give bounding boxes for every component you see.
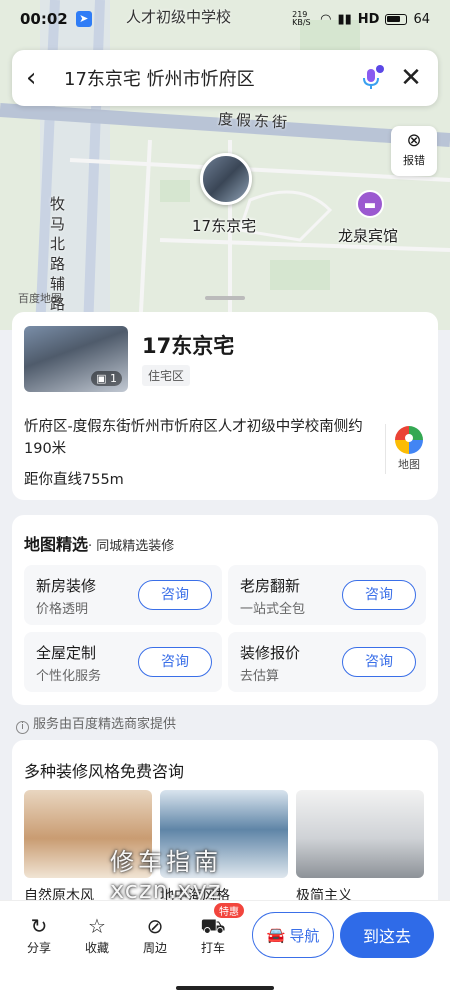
map-brand-logo: 百度地图 <box>18 292 62 305</box>
hotel-poi-icon[interactable]: ▬ <box>356 190 384 218</box>
status-right: 219 KB/S ◠ ▮▮ HD 64 <box>292 11 430 27</box>
go-here-button[interactable]: 到这去 <box>340 912 434 958</box>
side-road-char: 马 <box>50 215 66 233</box>
open-map-label: 地图 <box>398 458 420 471</box>
go-here-label: 到这去 <box>362 927 411 946</box>
service-subtitle: 去估算 <box>240 669 280 684</box>
search-query[interactable]: 17东京宅 忻州市忻府区 <box>64 65 356 91</box>
map-pin-icon <box>395 426 423 454</box>
place-name: 17东京宅 <box>142 334 235 358</box>
network-speed: 219 KB/S <box>292 10 311 27</box>
service-item-renovation[interactable]: 老房翻新 一站式全包 咨询 <box>228 565 426 625</box>
selection-title: 地图精选 <box>24 535 89 554</box>
side-road-char: 牧 <box>50 195 66 213</box>
consult-button[interactable]: 咨询 <box>342 580 416 610</box>
place-category-tag: 住宅区 <box>142 365 191 386</box>
report-label: 报错 <box>403 154 425 167</box>
selection-card: 地图精选· 同城精选装修 新房装修 价格透明 咨询 老房翻新 一站式全包 咨询 … <box>12 515 438 705</box>
sheet-drag-handle[interactable] <box>205 296 245 300</box>
compass-icon: ⊘ <box>146 914 164 938</box>
service-item-quote[interactable]: 装修报价 去估算 咨询 <box>228 632 426 692</box>
back-arrow-icon[interactable]: ‹ <box>26 63 56 93</box>
provider-note-text: 服务由百度精选商家提供 <box>33 717 177 732</box>
navigate-button[interactable]: 🚘 导航 <box>252 912 334 958</box>
consult-button[interactable]: 咨询 <box>342 647 416 677</box>
photo-count-badge: ▣ 1 <box>91 371 122 386</box>
place-pin-photo[interactable] <box>200 153 252 205</box>
service-subtitle: 一站式全包 <box>240 602 306 617</box>
service-title: 老房翻新 <box>240 577 301 595</box>
service-title: 全屋定制 <box>36 644 97 662</box>
map-label-road: 度假东街 <box>217 110 291 132</box>
navigate-label: 导航 <box>289 926 320 945</box>
location-arrow-icon: ➤ <box>75 11 92 27</box>
place-pin-label[interactable]: 17东京宅 <box>192 215 256 236</box>
collect-button[interactable]: ☆ 收藏 <box>74 913 120 956</box>
signal-icon: ▮▮ <box>337 11 352 27</box>
status-time: 00:02 <box>20 10 68 28</box>
divider <box>385 424 386 474</box>
provider-note: i 服务由百度精选商家提供 <box>16 713 176 734</box>
taxi-button[interactable]: ⛟ 打车 <box>190 913 236 956</box>
place-distance: 距你直线755m <box>24 472 124 488</box>
nearby-button[interactable]: ⊘ 周边 <box>132 913 178 956</box>
battery-icon <box>385 13 408 25</box>
place-info-card: ▣ 1 17东京宅 住宅区 忻府区-度假东街忻州市忻府区人才初级中学校南侧约19… <box>12 312 438 500</box>
share-icon: ↻ <box>30 914 48 938</box>
report-error-button[interactable]: ⊗ 报错 <box>391 126 437 176</box>
report-pin-icon: ⊗ <box>406 130 422 151</box>
place-address: 忻府区-度假东街忻州市忻府区人才初级中学校南侧约190米 <box>24 419 363 457</box>
service-item-custom[interactable]: 全屋定制 个性化服务 咨询 <box>24 632 222 692</box>
poi-label-hotel[interactable]: 龙泉宾馆 <box>338 225 398 246</box>
taxi-discount-badge: 特惠 <box>214 903 244 918</box>
styles-card: 多种装修风格免费咨询 自然原木风 地中海风格 极简主义 <box>12 740 438 920</box>
watermark-line1: 修车指南 <box>110 848 222 876</box>
home-indicator[interactable] <box>176 986 274 990</box>
selection-header: 地图精选· 同城精选装修 <box>24 531 174 555</box>
search-bar[interactable]: ‹ 17东京宅 忻州市忻府区 ✕ <box>12 50 438 106</box>
status-bar: 00:02 ➤ 219 KB/S ◠ ▮▮ HD 64 <box>0 0 450 38</box>
selection-subtitle: · 同城精选装修 <box>88 539 175 554</box>
voice-mic-icon[interactable] <box>356 63 386 93</box>
open-map-button[interactable]: 地图 <box>392 426 426 472</box>
photo-count: 1 <box>110 372 117 385</box>
collect-label: 收藏 <box>84 941 109 955</box>
service-subtitle: 价格透明 <box>36 602 89 617</box>
share-label: 分享 <box>26 941 51 955</box>
photo-icon: ▣ <box>96 372 107 385</box>
side-road-char: 路 <box>50 255 66 273</box>
close-icon[interactable]: ✕ <box>398 63 424 93</box>
share-button[interactable]: ↻ 分享 <box>16 913 62 956</box>
place-photo[interactable]: ▣ 1 <box>24 326 128 392</box>
nearby-label: 周边 <box>142 941 167 955</box>
side-road-char: 北 <box>50 235 66 253</box>
consult-button[interactable]: 咨询 <box>138 647 212 677</box>
star-icon: ☆ <box>88 914 106 938</box>
styles-title: 多种装修风格免费咨询 <box>24 762 185 781</box>
style-image-minimal[interactable] <box>296 790 424 878</box>
battery-level: 64 <box>413 11 430 27</box>
service-title: 新房装修 <box>36 577 97 595</box>
service-subtitle: 个性化服务 <box>36 669 102 684</box>
consult-button[interactable]: 咨询 <box>138 580 212 610</box>
car-icon: 🚘 <box>266 926 286 944</box>
wifi-icon: ◠ <box>320 11 332 27</box>
watermark: 修车指南 xczn.xyz <box>110 848 222 904</box>
info-icon: i <box>16 721 29 734</box>
service-item-new-house[interactable]: 新房装修 价格透明 咨询 <box>24 565 222 625</box>
service-title: 装修报价 <box>240 644 301 662</box>
hd-label: HD <box>357 11 380 27</box>
taxi-label: 打车 <box>200 941 225 955</box>
